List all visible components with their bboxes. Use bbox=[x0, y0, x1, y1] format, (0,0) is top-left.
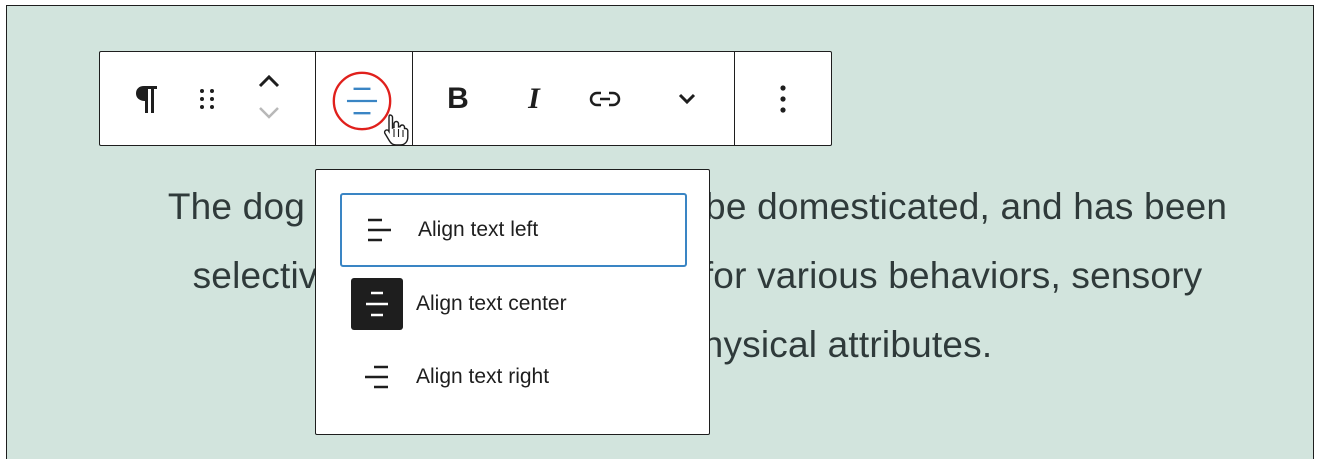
align-center-icon bbox=[351, 278, 403, 330]
menu-item-align-center[interactable]: Align text center bbox=[340, 267, 687, 341]
menu-item-align-right[interactable]: Align text right bbox=[340, 340, 687, 414]
vertical-ellipsis-icon bbox=[780, 85, 786, 113]
bold-button[interactable]: B bbox=[433, 74, 483, 124]
toolbar-separator bbox=[734, 52, 735, 145]
menu-item-label: Align text right bbox=[416, 365, 550, 388]
chevron-down-icon bbox=[678, 93, 696, 105]
drag-handle-icon bbox=[200, 89, 214, 109]
drag-handle-button[interactable] bbox=[182, 74, 232, 124]
italic-button[interactable]: I bbox=[509, 74, 559, 124]
pointer-cursor-icon bbox=[381, 113, 413, 152]
more-formatting-button[interactable] bbox=[662, 74, 712, 124]
italic-label: I bbox=[528, 82, 540, 115]
align-right-icon bbox=[351, 351, 403, 403]
block-options-button[interactable] bbox=[758, 74, 808, 124]
chevron-down-icon bbox=[259, 107, 279, 119]
move-down-button[interactable] bbox=[246, 98, 292, 128]
link-icon bbox=[589, 91, 621, 107]
align-left-icon bbox=[353, 204, 405, 256]
link-button[interactable] bbox=[580, 74, 630, 124]
chevron-up-icon bbox=[258, 74, 280, 88]
menu-item-label: Align text left bbox=[418, 218, 539, 241]
block-toolbar: B I bbox=[99, 51, 832, 146]
paragraph-icon bbox=[136, 86, 157, 113]
toolbar-separator bbox=[315, 52, 316, 145]
menu-item-align-left[interactable]: Align text left bbox=[340, 193, 687, 267]
bold-label: B bbox=[447, 82, 469, 115]
block-type-button[interactable] bbox=[122, 74, 172, 124]
align-dropdown-menu: Align text left Align text center Align … bbox=[315, 169, 710, 435]
move-up-button[interactable] bbox=[246, 66, 292, 96]
menu-item-label: Align text center bbox=[416, 292, 567, 315]
